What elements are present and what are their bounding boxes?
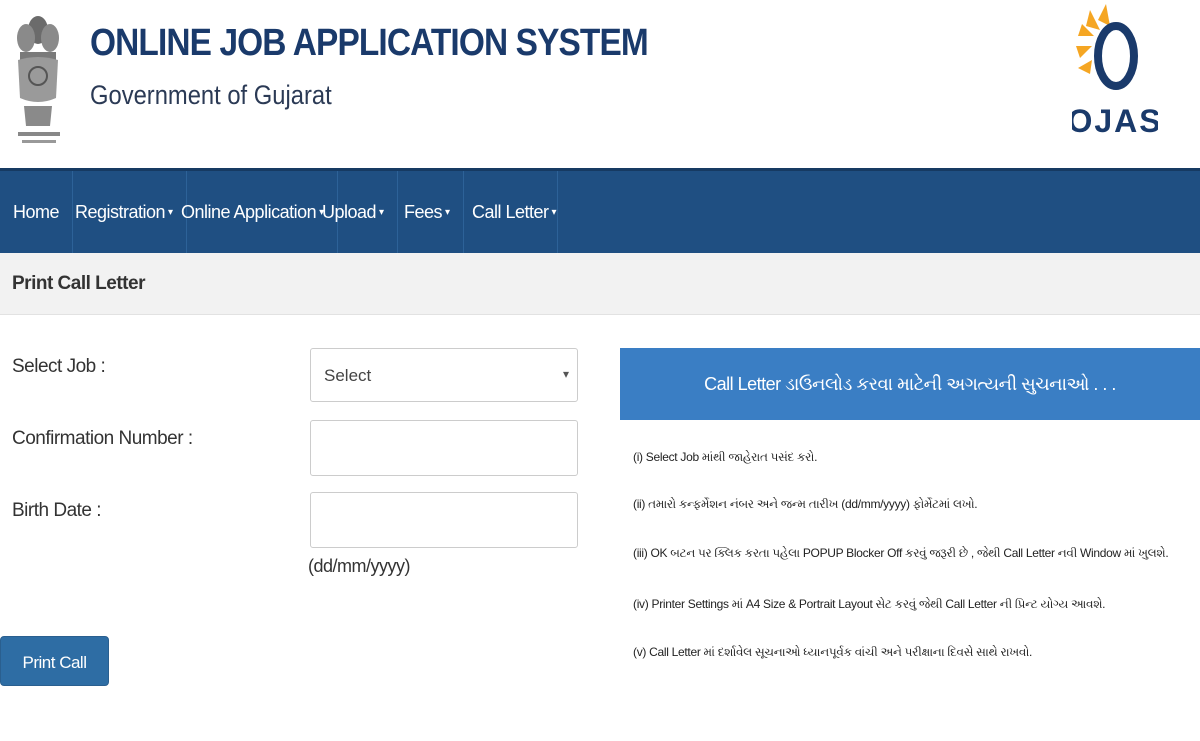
ojas-logo: OJAS xyxy=(1072,4,1158,139)
site-header: ONLINE JOB APPLICATION SYSTEM Government… xyxy=(0,0,1200,168)
print-call-letter-button[interactable]: Print Call Letter xyxy=(0,636,109,724)
site-title: ONLINE JOB APPLICATION SYSTEM xyxy=(90,22,649,64)
nav-upload[interactable]: Upload ▾ xyxy=(309,171,398,253)
chevron-down-icon: ▾ xyxy=(445,207,450,219)
instruction-item: (i) Select Job માંથી જાહેરાત પસંદ કરો. xyxy=(633,450,818,464)
chevron-down-icon: ▾ xyxy=(379,207,384,219)
instruction-item: (ii) તમારો કન્ફર્મેશન નંબર અને જન્મ તારી… xyxy=(633,497,978,511)
confirmation-number-input[interactable] xyxy=(310,420,578,476)
instructions-heading: Call Letter ડાઉનલોડ કરવા માટેની અગત્યની … xyxy=(620,348,1200,420)
page-heading-bar: Print Call Letter xyxy=(0,253,1200,315)
confirmation-number-label: Confirmation Number : xyxy=(12,428,193,449)
instruction-item: (iv) Printer Settings માં A4 Size & Port… xyxy=(633,597,1106,611)
instruction-item: (v) Call Letter માં દર્શાવેલ સૂચનાઓ ધ્યા… xyxy=(633,645,1033,659)
chevron-down-icon: ▾ xyxy=(551,207,557,219)
birth-date-format-hint: (dd/mm/yyyy) xyxy=(308,556,411,576)
main-navbar: Home Registration ▾ Online Application ▾ U… xyxy=(0,168,1200,253)
select-job-label: Select Job : xyxy=(12,356,106,377)
nav-fees[interactable]: Fees ▾ xyxy=(391,171,464,253)
birth-date-input[interactable] xyxy=(310,492,578,548)
svg-text:OJAS: OJAS xyxy=(1072,103,1158,139)
birth-date-label: Birth Date : xyxy=(12,500,102,521)
select-job-value: Select xyxy=(324,366,372,385)
state-emblem-icon xyxy=(17,16,60,143)
instruction-item: (iii) OK બટન પર ક્લિક કરતા પહેલા POPUP B… xyxy=(633,546,1169,560)
nav-call-letter[interactable]: Call Letter ▾ xyxy=(459,171,558,253)
chevron-down-icon: ▾ xyxy=(562,367,569,381)
site-subtitle: Government of Gujarat xyxy=(90,80,332,110)
select-job-dropdown[interactable]: Select ▾ xyxy=(310,348,578,402)
page-title: Print Call Letter xyxy=(12,273,145,294)
